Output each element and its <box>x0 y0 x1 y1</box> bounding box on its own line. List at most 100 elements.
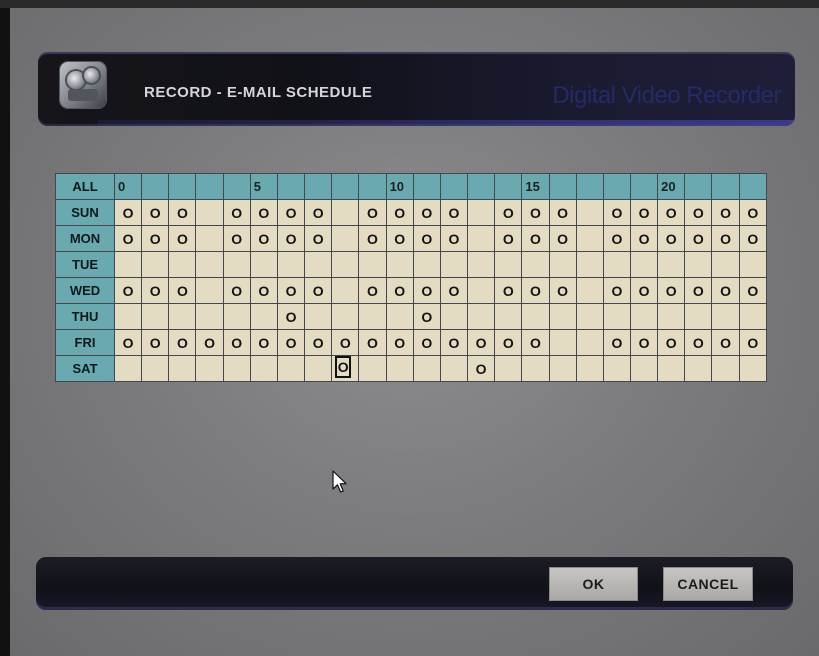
schedule-cell[interactable] <box>521 355 550 382</box>
day-label-sat[interactable]: SAT <box>55 355 115 382</box>
schedule-cell[interactable]: O <box>521 329 550 356</box>
hour-column-header[interactable] <box>358 173 387 200</box>
schedule-cell[interactable]: O <box>276 303 306 330</box>
schedule-cell[interactable] <box>575 355 604 382</box>
schedule-cell[interactable] <box>602 303 631 330</box>
hour-column-header[interactable]: 20 <box>657 173 686 200</box>
schedule-cell[interactable]: O <box>113 329 143 356</box>
schedule-cell[interactable]: O <box>412 225 441 252</box>
schedule-cell[interactable]: O <box>657 199 686 226</box>
day-label-mon[interactable]: MON <box>55 225 115 252</box>
schedule-cell[interactable]: O <box>358 277 387 304</box>
hour-column-header[interactable] <box>141 173 170 200</box>
schedule-cell[interactable] <box>195 303 224 330</box>
hour-column-header[interactable] <box>494 173 523 200</box>
schedule-cell[interactable]: O <box>548 277 577 304</box>
schedule-cell[interactable]: O <box>249 329 278 356</box>
schedule-cell[interactable] <box>276 251 306 278</box>
schedule-cell[interactable]: O <box>439 277 469 304</box>
schedule-cell[interactable]: O <box>141 199 170 226</box>
schedule-cell[interactable] <box>548 303 577 330</box>
schedule-cell[interactable] <box>168 303 197 330</box>
schedule-cell[interactable] <box>439 355 469 382</box>
schedule-cell[interactable]: O <box>141 225 170 252</box>
day-label-fri[interactable]: FRI <box>55 329 115 356</box>
schedule-cell[interactable] <box>575 303 604 330</box>
schedule-cell[interactable]: O <box>276 199 306 226</box>
schedule-cell[interactable] <box>249 303 278 330</box>
schedule-cell[interactable]: O <box>249 199 278 226</box>
day-label-sun[interactable]: SUN <box>55 199 115 226</box>
hour-column-header[interactable] <box>304 173 333 200</box>
schedule-cell[interactable] <box>385 355 414 382</box>
schedule-cell[interactable]: O <box>304 277 333 304</box>
cancel-button[interactable]: CANCEL <box>663 567 753 601</box>
schedule-cell[interactable]: O <box>494 277 523 304</box>
schedule-cell[interactable]: O <box>222 199 251 226</box>
schedule-cell[interactable] <box>467 225 496 252</box>
schedule-cell[interactable]: O <box>276 225 306 252</box>
schedule-cell[interactable]: O <box>602 225 631 252</box>
schedule-cell[interactable] <box>141 355 170 382</box>
schedule-cell[interactable] <box>249 355 278 382</box>
schedule-cell[interactable] <box>494 303 523 330</box>
schedule-cell[interactable]: O <box>602 199 631 226</box>
hour-column-header[interactable]: 5 <box>249 173 278 200</box>
schedule-cell[interactable] <box>168 355 197 382</box>
schedule-cell[interactable]: O <box>494 329 523 356</box>
schedule-cell[interactable]: O <box>657 225 686 252</box>
schedule-cell[interactable] <box>113 355 143 382</box>
schedule-cell[interactable]: O <box>494 225 523 252</box>
schedule-cell[interactable]: O <box>385 329 414 356</box>
schedule-cell[interactable] <box>222 251 251 278</box>
schedule-cell[interactable]: O <box>385 199 414 226</box>
schedule-cell[interactable]: O <box>657 277 686 304</box>
schedule-cell[interactable]: O <box>738 199 768 226</box>
schedule-cell[interactable] <box>195 199 224 226</box>
schedule-cell[interactable]: O <box>657 329 686 356</box>
schedule-cell[interactable]: O <box>168 277 197 304</box>
schedule-cell[interactable] <box>304 355 333 382</box>
schedule-cell[interactable]: O <box>738 329 768 356</box>
schedule-cell[interactable]: O <box>304 329 333 356</box>
schedule-cell[interactable]: O <box>684 277 713 304</box>
schedule-cell[interactable]: O <box>249 277 278 304</box>
schedule-cell[interactable] <box>331 303 360 330</box>
schedule-cell[interactable] <box>575 251 604 278</box>
schedule-cell[interactable]: O <box>222 277 251 304</box>
schedule-cell[interactable] <box>711 303 740 330</box>
schedule-cell[interactable] <box>249 251 278 278</box>
schedule-cell[interactable] <box>113 303 143 330</box>
hour-column-header[interactable] <box>711 173 740 200</box>
schedule-cell[interactable]: O <box>412 303 441 330</box>
schedule-cell[interactable] <box>738 303 768 330</box>
schedule-cell[interactable]: O <box>439 225 469 252</box>
schedule-cell[interactable]: O <box>331 329 360 356</box>
schedule-cell[interactable]: O <box>385 277 414 304</box>
schedule-cell[interactable] <box>358 303 387 330</box>
schedule-cell[interactable]: O <box>602 329 631 356</box>
schedule-cell[interactable] <box>385 251 414 278</box>
hour-column-header[interactable] <box>738 173 768 200</box>
schedule-cell[interactable] <box>222 303 251 330</box>
hour-column-header[interactable] <box>602 173 631 200</box>
hour-column-header[interactable] <box>222 173 251 200</box>
schedule-cell[interactable]: O <box>412 199 441 226</box>
hour-column-header[interactable]: 0 <box>113 173 143 200</box>
schedule-cell[interactable] <box>494 251 523 278</box>
schedule-cell[interactable]: O <box>141 277 170 304</box>
schedule-cell[interactable] <box>657 355 686 382</box>
schedule-cell[interactable] <box>439 303 469 330</box>
schedule-cell[interactable]: O <box>548 199 577 226</box>
schedule-cell[interactable] <box>141 251 170 278</box>
schedule-cell[interactable]: O <box>168 329 197 356</box>
schedule-cell[interactable]: O <box>412 329 441 356</box>
schedule-cell[interactable] <box>711 251 740 278</box>
schedule-cell[interactable] <box>684 303 713 330</box>
schedule-cell[interactable] <box>467 199 496 226</box>
schedule-cell[interactable] <box>358 251 387 278</box>
schedule-cell[interactable] <box>657 251 686 278</box>
schedule-cell[interactable] <box>331 199 360 226</box>
schedule-cell[interactable] <box>684 251 713 278</box>
schedule-cell[interactable] <box>331 225 360 252</box>
